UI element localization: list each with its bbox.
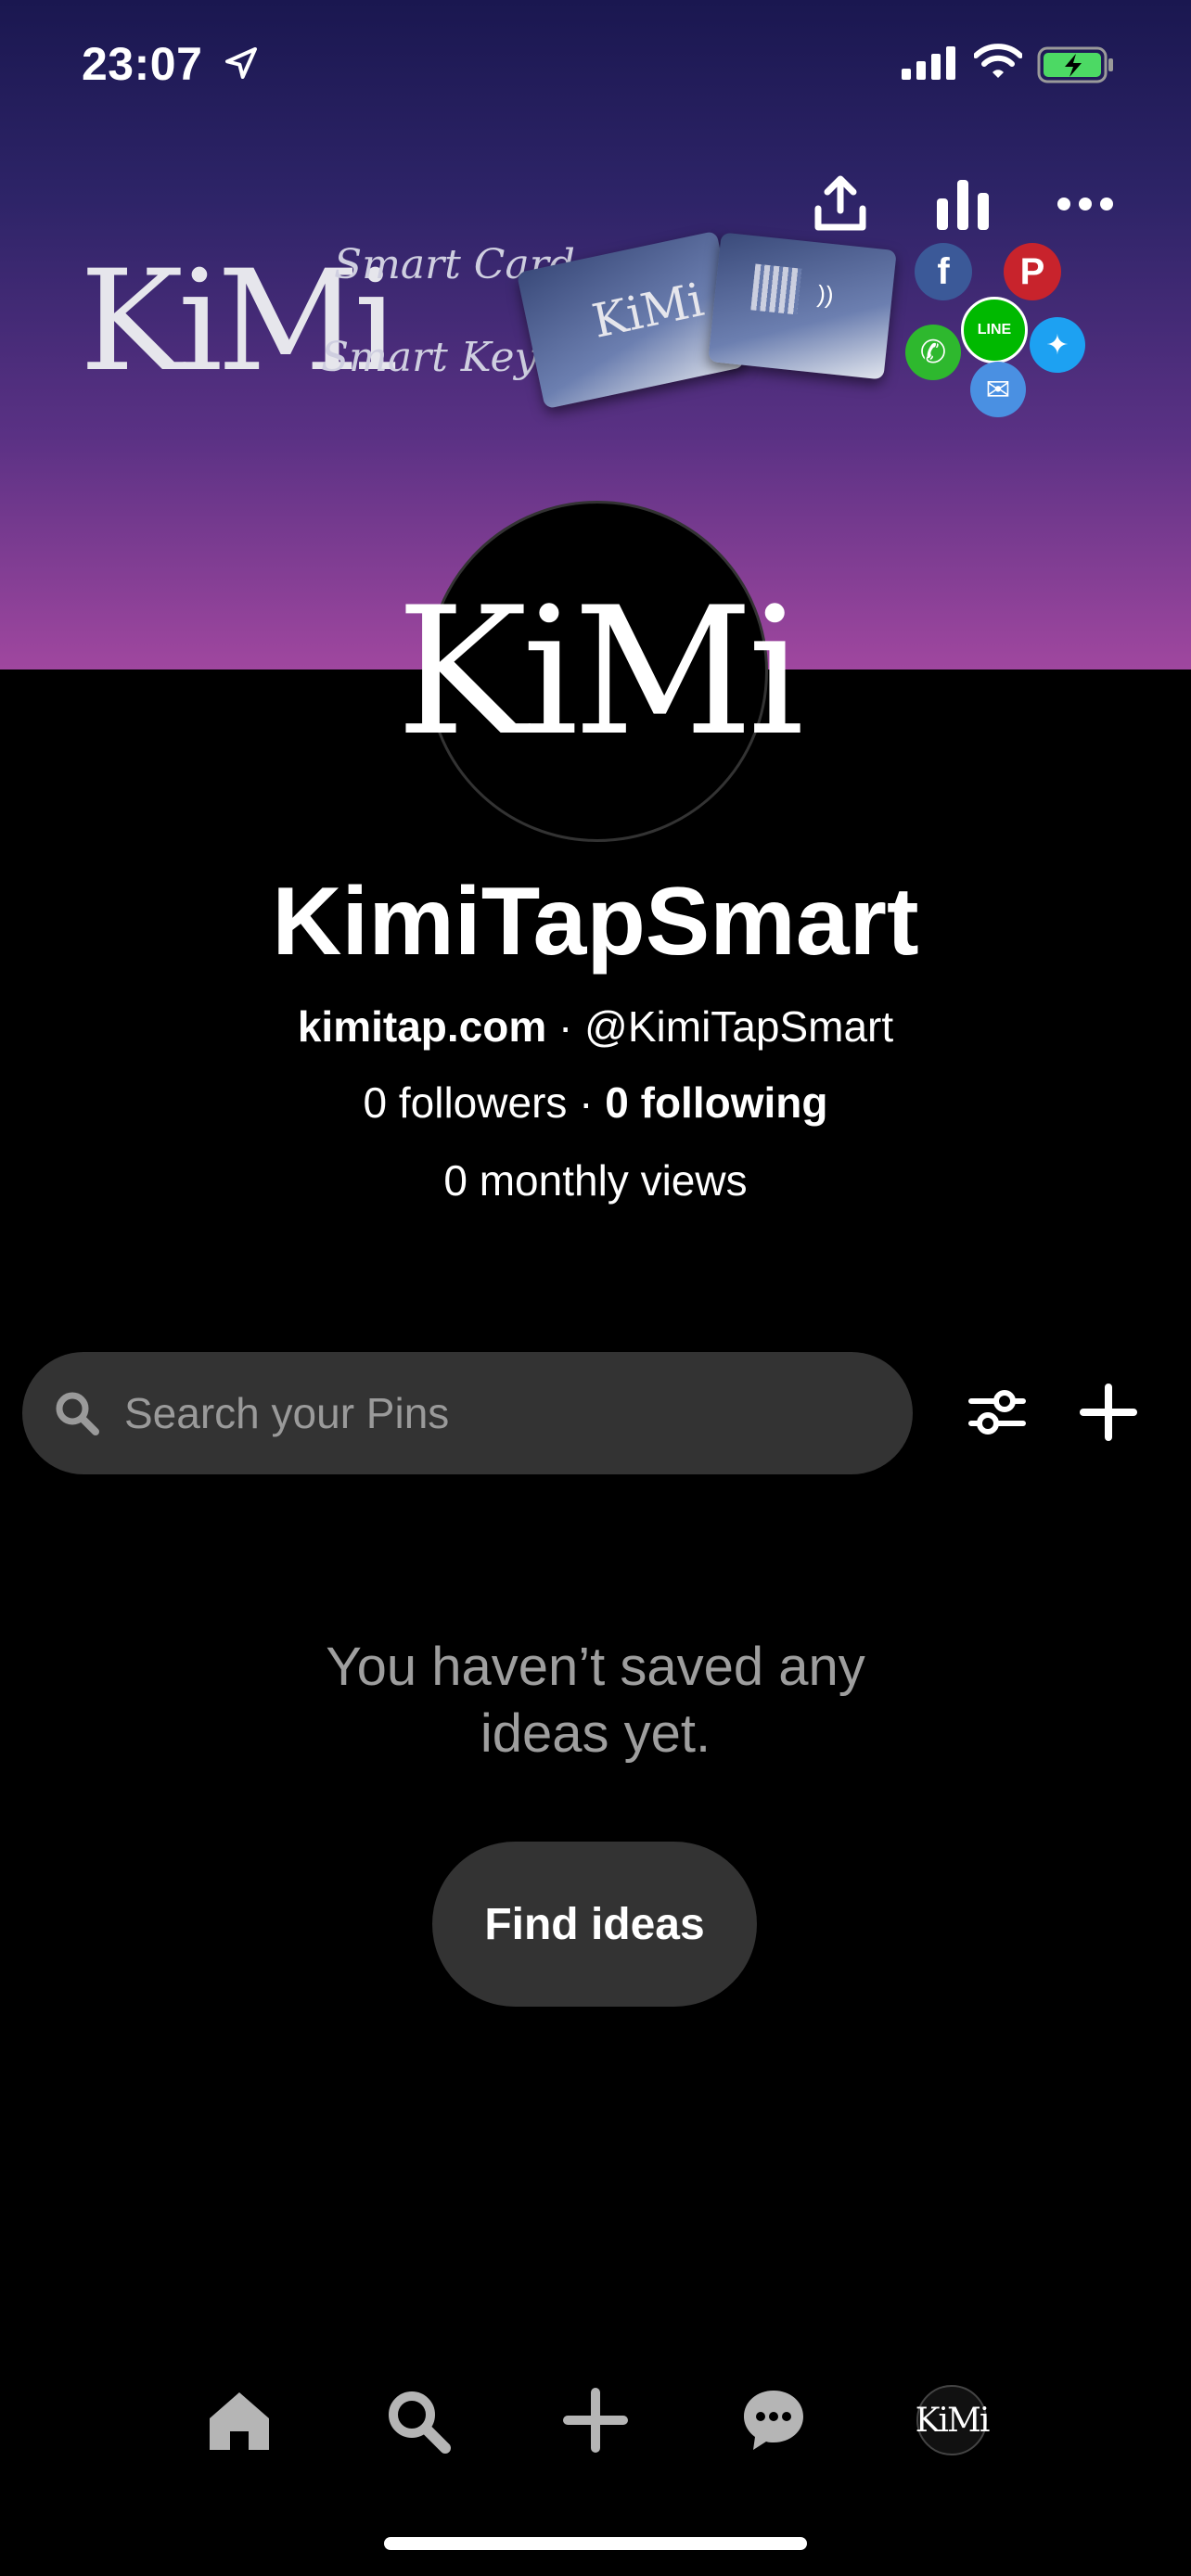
monthly-views: 0 monthly views bbox=[443, 1156, 748, 1205]
line-badge-text: LINE bbox=[977, 322, 1012, 338]
profile-name: KimiTapSmart bbox=[272, 868, 919, 976]
empty-state-line-2: ideas yet. bbox=[480, 1703, 711, 1764]
tab-search[interactable] bbox=[371, 2374, 464, 2467]
pinterest-icon: P bbox=[1004, 243, 1061, 300]
find-ideas-button[interactable]: Find ideas bbox=[432, 1842, 757, 2007]
status-bar: 23:07 bbox=[0, 0, 1191, 130]
plus-icon bbox=[1080, 1384, 1137, 1441]
website-link[interactable]: kimitap.com bbox=[298, 1002, 546, 1051]
empty-state-message: You haven’t saved any ideas yet. bbox=[0, 1634, 1191, 1767]
search-pins-input[interactable] bbox=[122, 1387, 887, 1439]
location-arrow-icon bbox=[223, 45, 260, 86]
profile-avatar[interactable]: KiMi bbox=[396, 501, 804, 842]
profile-links-line: kimitap.com · @KimiTapSmart bbox=[0, 1001, 1191, 1052]
following-count[interactable]: 0 following bbox=[605, 1078, 827, 1127]
create-button[interactable] bbox=[1067, 1371, 1150, 1454]
tab-home[interactable] bbox=[193, 2374, 286, 2467]
search-icon bbox=[389, 2391, 451, 2454]
home-indicator[interactable] bbox=[384, 2537, 807, 2550]
card-image-back: )) bbox=[708, 232, 897, 380]
more-dots-icon bbox=[1057, 198, 1113, 210]
battery-charging-icon bbox=[1037, 46, 1115, 88]
facebook-icon: f bbox=[915, 243, 972, 300]
nfc-icon: )) bbox=[815, 279, 836, 310]
chat-bubble-icon bbox=[744, 2391, 803, 2450]
tab-messages[interactable] bbox=[727, 2374, 820, 2467]
filter-button[interactable] bbox=[955, 1371, 1039, 1454]
follow-stats-line: 0 followers · 0 following bbox=[0, 1078, 1191, 1128]
empty-state-line-1: You haven’t saved any bbox=[326, 1637, 865, 1697]
separator: · bbox=[567, 1078, 606, 1127]
avatar-logo-text: KiMi bbox=[395, 568, 804, 774]
card-logo: KiMi bbox=[587, 273, 709, 349]
search-pins-bar[interactable] bbox=[22, 1352, 913, 1474]
profile-handle: @KimiTapSmart bbox=[584, 1002, 894, 1051]
tab-profile[interactable]: KiMi bbox=[905, 2374, 998, 2467]
home-icon bbox=[210, 2392, 269, 2450]
search-icon bbox=[54, 1390, 100, 1436]
status-time: 23:07 bbox=[82, 38, 203, 90]
separator: · bbox=[546, 1002, 585, 1051]
phone-icon: ✆ bbox=[905, 325, 961, 380]
profile-avatar-small: KiMi bbox=[915, 2385, 991, 2455]
followers-count[interactable]: 0 followers bbox=[364, 1078, 568, 1127]
wifi-icon bbox=[973, 43, 1023, 84]
cover-artwork: KiMi Smart Card Smart Keychain KiMi )) f… bbox=[0, 213, 1191, 445]
line-icon: LINE bbox=[961, 297, 1028, 363]
tab-avatar-text: KiMi bbox=[915, 2401, 991, 2440]
plus-icon bbox=[563, 2388, 628, 2453]
sliders-filter-icon bbox=[968, 1390, 1026, 1435]
qr-code-icon bbox=[750, 263, 802, 315]
email-icon: ✉ bbox=[970, 362, 1026, 417]
twitter-icon: ✦ bbox=[1030, 317, 1085, 373]
tab-create[interactable] bbox=[549, 2374, 642, 2467]
cellular-signal-icon bbox=[902, 46, 957, 84]
